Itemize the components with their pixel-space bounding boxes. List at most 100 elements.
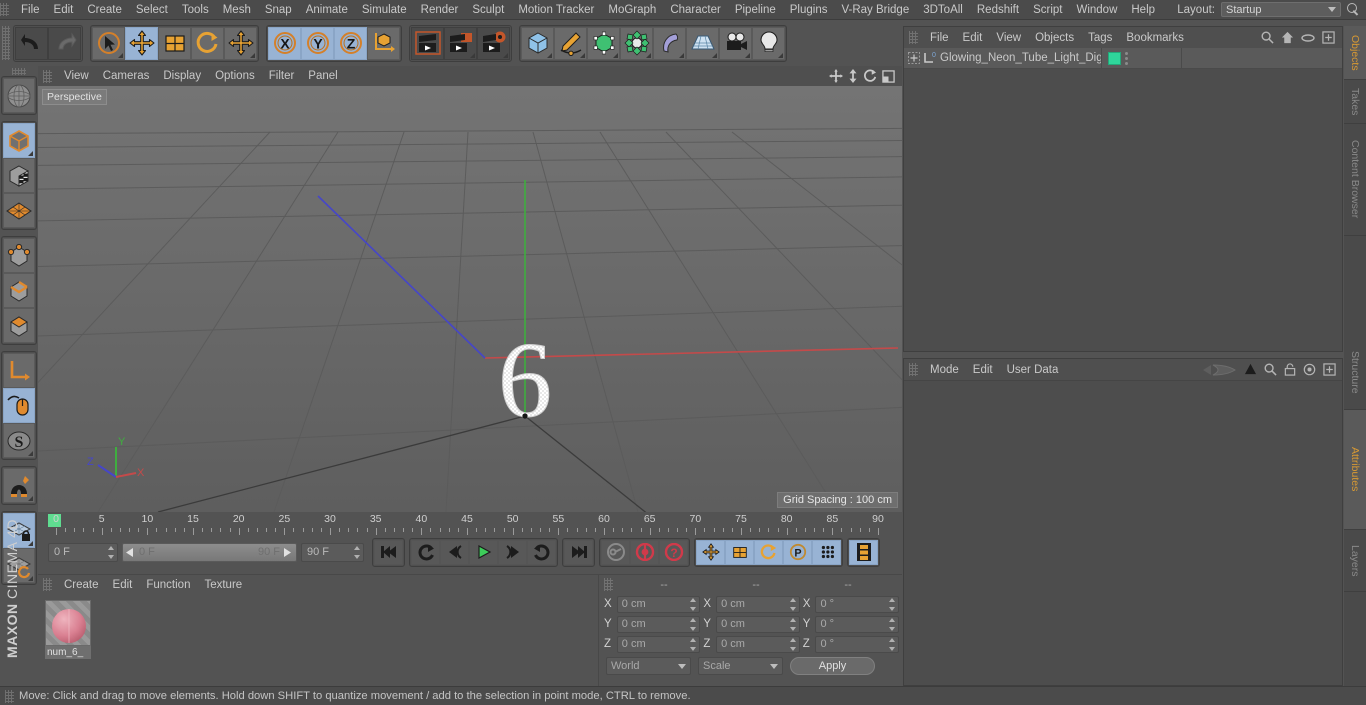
object-row[interactable]: 0 Glowing_Neon_Tube_Light_Digit_6 <box>904 47 1342 69</box>
pin-arrow-icon[interactable] <box>1244 363 1257 376</box>
spinner-icon[interactable] <box>690 597 697 611</box>
lock-y-button[interactable]: Y <box>301 26 334 60</box>
viewport-menu-display[interactable]: Display <box>156 66 208 86</box>
viewport-menu-options[interactable]: Options <box>208 66 262 86</box>
ellipse-icon[interactable] <box>1301 33 1315 43</box>
toolbar-grip[interactable] <box>2 26 10 60</box>
lock-x-button[interactable]: X <box>268 26 301 60</box>
menu-animate[interactable]: Animate <box>299 0 355 20</box>
material-menu-create[interactable]: Create <box>57 575 106 595</box>
menu-render[interactable]: Render <box>414 0 466 20</box>
autokey-button[interactable] <box>601 539 630 565</box>
coord-rotation-y[interactable]: 0 ° <box>815 615 900 633</box>
menu-plugins[interactable]: Plugins <box>783 0 835 20</box>
expand-plus-icon[interactable] <box>908 52 920 64</box>
right-tab-attributes[interactable]: Attributes <box>1344 410 1366 530</box>
key-scale-button[interactable] <box>725 539 754 565</box>
generator-button[interactable] <box>587 26 620 60</box>
object-menu-tags[interactable]: Tags <box>1081 28 1119 48</box>
preview-range-slider[interactable]: 0 F 90 F <box>122 542 297 562</box>
points-mode-button[interactable] <box>3 238 35 273</box>
viewport-menu-filter[interactable]: Filter <box>262 66 302 86</box>
play-reverse-button[interactable] <box>411 539 440 565</box>
menu-select[interactable]: Select <box>129 0 175 20</box>
attribute-manager-grip[interactable] <box>909 363 918 376</box>
menu-redshift[interactable]: Redshift <box>970 0 1026 20</box>
floor-environment-button[interactable] <box>686 26 719 60</box>
material-menu-function[interactable]: Function <box>139 575 197 595</box>
viewport-canvas[interactable]: Perspective Grid Spacing : 100 cm 6 Y Z … <box>38 86 902 512</box>
coord-rotation-x[interactable]: 0 ° <box>815 595 900 613</box>
target-icon[interactable] <box>1303 363 1316 376</box>
menu-create[interactable]: Create <box>80 0 129 20</box>
coord-position-x[interactable]: 0 cm <box>616 595 701 613</box>
spinner-icon[interactable] <box>889 617 896 631</box>
layout-select[interactable]: Startup <box>1221 2 1341 17</box>
viewport-grip[interactable] <box>43 69 52 83</box>
object-tree[interactable]: 0 Glowing_Neon_Tube_Light_Digit_6 <box>904 47 1342 69</box>
polygons-mode-button[interactable] <box>3 308 35 343</box>
current-frame-field[interactable]: 0 F <box>48 542 118 562</box>
maximize-icon[interactable] <box>882 69 895 83</box>
go-to-start-button[interactable] <box>374 539 403 565</box>
right-tab-takes[interactable]: Takes <box>1344 80 1366 124</box>
render-settings-button[interactable] <box>477 26 510 60</box>
render-region-button[interactable] <box>444 26 477 60</box>
object-menu-bookmarks[interactable]: Bookmarks <box>1119 28 1191 48</box>
spinner-icon[interactable] <box>789 617 797 631</box>
menu-script[interactable]: Script <box>1026 0 1069 20</box>
right-tab-content-browser[interactable]: Content Browser <box>1344 124 1366 236</box>
pan-icon[interactable] <box>829 69 843 83</box>
key-rotation-button[interactable] <box>754 539 783 565</box>
home-icon[interactable] <box>1281 31 1294 44</box>
material-grip[interactable] <box>43 578 52 591</box>
camera-button[interactable] <box>719 26 752 60</box>
attribute-menu-mode[interactable]: Mode <box>923 360 966 380</box>
material-tag-icon[interactable] <box>1107 51 1121 65</box>
menu-mograph[interactable]: MoGraph <box>601 0 663 20</box>
coord-size-y[interactable]: 0 cm <box>716 615 800 633</box>
menu-motion-tracker[interactable]: Motion Tracker <box>511 0 601 20</box>
dolly-icon[interactable] <box>848 69 858 83</box>
right-tab-structure[interactable]: Structure <box>1344 336 1366 410</box>
menu-window[interactable]: Window <box>1069 0 1124 20</box>
menu-help[interactable]: Help <box>1124 0 1162 20</box>
viewport-menu-view[interactable]: View <box>57 66 96 86</box>
menu-3dtoall[interactable]: 3DToAll <box>916 0 970 20</box>
model-mode-button[interactable] <box>3 123 35 158</box>
menu-pipeline[interactable]: Pipeline <box>728 0 783 20</box>
material-menu-texture[interactable]: Texture <box>197 575 249 595</box>
loop-button[interactable] <box>527 539 556 565</box>
key-parameter-button[interactable]: P <box>783 539 812 565</box>
plus-box-icon[interactable] <box>1322 31 1335 44</box>
key-position-button[interactable] <box>696 539 725 565</box>
object-menu-objects[interactable]: Objects <box>1028 28 1081 48</box>
coordinates-grip[interactable] <box>604 578 613 591</box>
live-selection-button[interactable] <box>92 26 125 60</box>
pen-spline-button[interactable] <box>554 26 587 60</box>
step-back-button[interactable] <box>440 539 469 565</box>
range-left-arrow-icon[interactable] <box>126 547 135 557</box>
history-icon[interactable] <box>1203 363 1237 377</box>
scale-tool-button[interactable] <box>158 26 191 60</box>
uv-mesh-button[interactable] <box>3 193 35 228</box>
viewport-solo-button[interactable] <box>3 388 35 423</box>
bend-scene-button[interactable] <box>653 26 686 60</box>
search-icon[interactable] <box>1347 3 1360 16</box>
coord-size-x[interactable]: 0 cm <box>716 595 800 613</box>
search-icon[interactable] <box>1261 31 1274 44</box>
coord-rotation-z[interactable]: 0 ° <box>815 635 900 653</box>
edges-mode-button[interactable] <box>3 273 35 308</box>
object-menu-file[interactable]: File <box>923 28 956 48</box>
coordinate-space-dropdown[interactable]: World <box>606 657 691 675</box>
record-keyframe-button[interactable] <box>630 539 659 565</box>
null-object-icon[interactable]: 0 <box>922 51 936 65</box>
texture-mode-button[interactable] <box>3 158 35 193</box>
menu-sculpt[interactable]: Sculpt <box>465 0 511 20</box>
spinner-icon[interactable] <box>690 617 697 631</box>
spinner-icon[interactable] <box>690 637 697 651</box>
rotate-tool-button[interactable] <box>191 26 224 60</box>
object-manager-grip[interactable] <box>909 31 918 44</box>
spinner-icon[interactable] <box>108 545 115 559</box>
lock-z-button[interactable]: Z <box>334 26 367 60</box>
